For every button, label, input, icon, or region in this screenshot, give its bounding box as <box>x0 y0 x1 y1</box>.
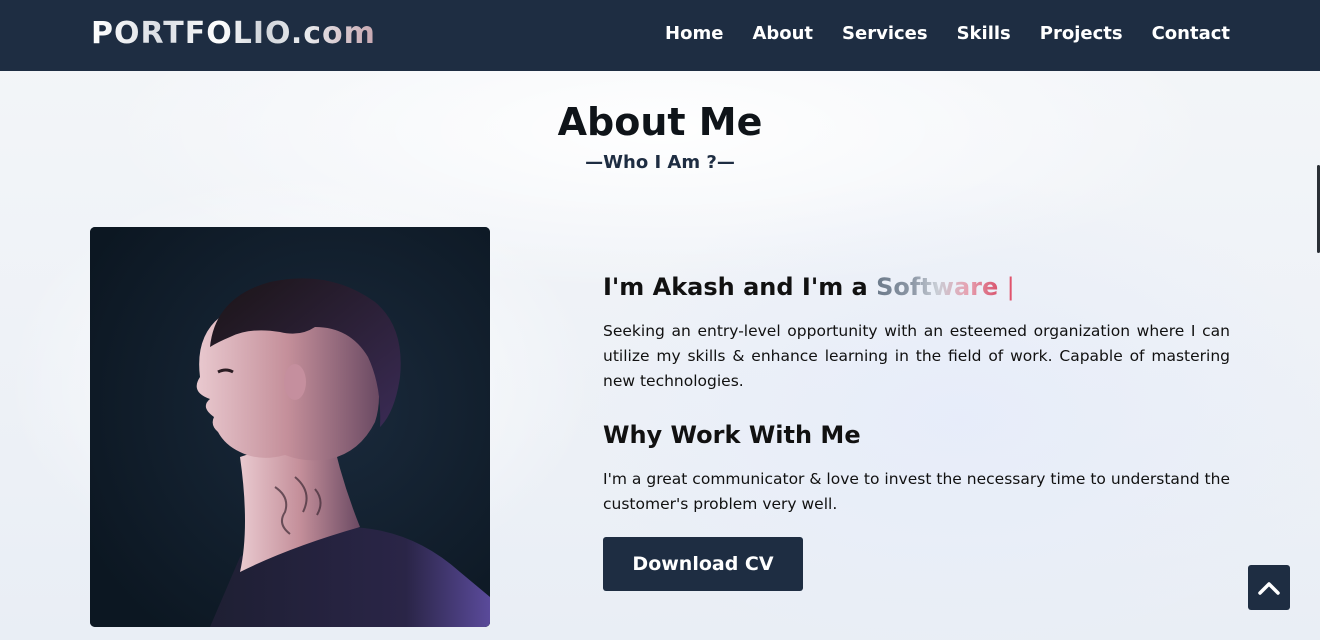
nav-link-skills[interactable]: Skills <box>957 23 1011 44</box>
nav-link-home[interactable]: Home <box>665 23 723 44</box>
navbar: PORTFOLIO.com Home About Services Skills… <box>0 0 1320 71</box>
section-subtitle: —Who I Am ?— <box>585 152 735 173</box>
why-work-heading: Why Work With Me <box>603 421 861 449</box>
scroll-to-top-button[interactable] <box>1248 565 1290 610</box>
nav-links: Home About Services Skills Projects Cont… <box>665 23 1230 44</box>
profile-photo <box>90 227 490 627</box>
nav-link-contact[interactable]: Contact <box>1152 23 1230 44</box>
about-paragraph-why: I'm a great communicator & love to inves… <box>603 470 1230 513</box>
intro-prefix: I'm Akash and I'm a <box>603 273 868 301</box>
nav-link-about[interactable]: About <box>752 23 813 44</box>
nav-link-services[interactable]: Services <box>842 23 928 44</box>
download-cv-button[interactable]: Download CV <box>603 537 803 591</box>
chevron-up-icon <box>1258 581 1280 595</box>
site-logo[interactable]: PORTFOLIO.com <box>91 16 376 51</box>
profile-portrait-image <box>90 227 490 627</box>
intro-heading: I'm Akash and I'm a Software | <box>603 273 1015 301</box>
typing-cursor: | <box>1006 273 1015 301</box>
about-paragraph-objective: Seeking an entry-level opportunity with … <box>603 322 1230 390</box>
typed-role-text: Software <box>876 273 999 301</box>
nav-link-projects[interactable]: Projects <box>1040 23 1123 44</box>
section-title: About Me <box>557 100 763 144</box>
